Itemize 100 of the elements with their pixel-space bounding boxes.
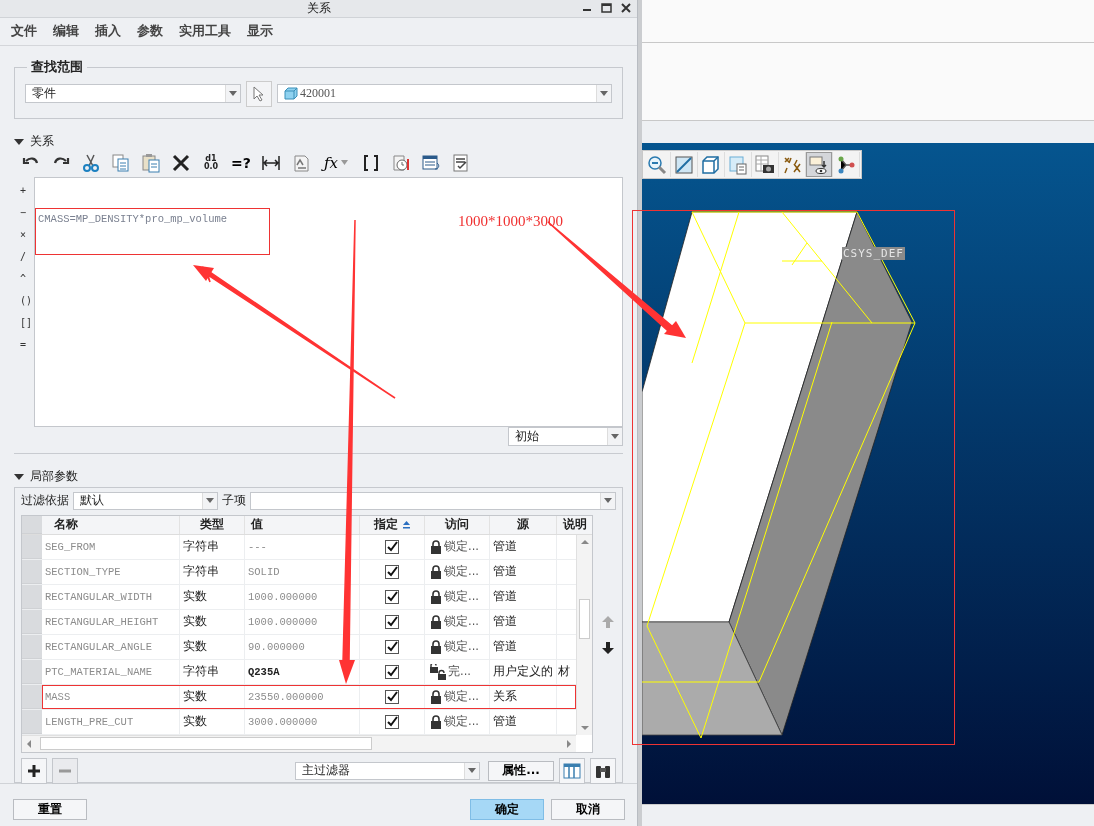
dialog-button[interactable]: 确定 bbox=[470, 799, 544, 821]
camera-icon[interactable] bbox=[754, 153, 776, 176]
operator-button[interactable]: + bbox=[14, 179, 34, 202]
page-clock-icon[interactable] bbox=[391, 152, 411, 173]
table-cell: SEG_FROM bbox=[42, 534, 180, 559]
caret-icon[interactable] bbox=[206, 498, 214, 504]
table-cell: SECTION_TYPE bbox=[42, 559, 180, 584]
operator-button[interactable]: [] bbox=[14, 311, 34, 334]
checkbox[interactable] bbox=[385, 539, 399, 554]
table-cell: 管道 bbox=[490, 634, 557, 659]
table-cell: 实数 bbox=[180, 684, 245, 709]
operator-button[interactable]: − bbox=[14, 201, 34, 224]
section-title: 关系 bbox=[30, 133, 54, 151]
columns-button[interactable] bbox=[559, 757, 585, 784]
table-cell: RECTANGULAR_HEIGHT bbox=[42, 609, 180, 634]
table-cell: 管道 bbox=[490, 534, 557, 559]
dialog-button[interactable]: 重置 bbox=[13, 799, 87, 821]
move-down-icon[interactable] bbox=[601, 640, 615, 655]
menu-item[interactable]: 参数 bbox=[137, 22, 163, 41]
operator-button[interactable]: / bbox=[14, 245, 34, 268]
access-text: 锁定... bbox=[444, 564, 479, 580]
maximize-icon[interactable] bbox=[601, 3, 612, 13]
caret-icon[interactable] bbox=[468, 768, 476, 774]
checkbox[interactable] bbox=[385, 664, 399, 679]
checkbox[interactable] bbox=[385, 689, 399, 704]
table-cell: 实数 bbox=[180, 609, 245, 634]
column-header[interactable]: 访问 bbox=[425, 515, 490, 534]
checkbox[interactable] bbox=[385, 639, 399, 654]
caret-icon[interactable] bbox=[604, 498, 612, 504]
checkbox[interactable] bbox=[385, 564, 399, 579]
menu-item[interactable]: 文件 bbox=[11, 22, 37, 41]
table-cell: 字符串 bbox=[180, 659, 245, 684]
table-cell: 23550.000000 bbox=[245, 684, 360, 709]
table-cell: 3000.000000 bbox=[245, 709, 360, 734]
menu-item[interactable]: 插入 bbox=[95, 22, 121, 41]
model-dropdown[interactable]: 420001 bbox=[277, 84, 612, 104]
table-cell: 实数 bbox=[180, 584, 245, 609]
relation-line: CMASS=MP_DENSITY*pro_mp_volume bbox=[38, 212, 228, 225]
document-icon[interactable] bbox=[291, 152, 311, 173]
table-cell: 材 bbox=[558, 663, 570, 681]
evaluate-button[interactable]: =? bbox=[228, 150, 254, 175]
scissors-icon[interactable] bbox=[81, 152, 101, 173]
cross-icon[interactable] bbox=[171, 152, 191, 173]
brackets-icon[interactable] bbox=[361, 152, 381, 173]
menu-item[interactable]: 显示 bbox=[247, 22, 273, 41]
menu-item[interactable]: 编辑 bbox=[53, 22, 79, 41]
operator-button[interactable]: × bbox=[14, 223, 34, 246]
table-cell: RECTANGULAR_WIDTH bbox=[42, 584, 180, 609]
collapse-triangle-icon[interactable] bbox=[14, 472, 24, 481]
dialog-button[interactable]: 取消 bbox=[551, 799, 625, 821]
column-header[interactable]: 名称 bbox=[42, 515, 180, 534]
table-cell: 字符串 bbox=[180, 559, 245, 584]
caret-icon[interactable] bbox=[600, 91, 608, 97]
columns-icon bbox=[563, 762, 581, 779]
checkbox[interactable] bbox=[385, 589, 399, 604]
column-header[interactable]: 说明 bbox=[557, 515, 592, 534]
caret-icon[interactable] bbox=[229, 91, 237, 97]
coordinate-system-label: CSYS_DEF bbox=[842, 247, 905, 260]
cube-icon[interactable] bbox=[700, 153, 722, 176]
add-button[interactable] bbox=[21, 757, 47, 784]
scrollbar-thumb[interactable] bbox=[579, 598, 590, 639]
operator-button[interactable]: () bbox=[14, 289, 34, 312]
menu-item[interactable]: 实用工具 bbox=[179, 22, 231, 41]
child-label: 子项 bbox=[222, 492, 246, 510]
filter-dropdown[interactable]: 默认 bbox=[73, 491, 218, 510]
column-header[interactable]: 源 bbox=[490, 515, 557, 534]
column-header[interactable]: 类型 bbox=[180, 515, 245, 534]
list-icon[interactable] bbox=[421, 152, 441, 173]
checklist-icon[interactable] bbox=[451, 152, 471, 173]
refit-icon[interactable] bbox=[673, 153, 695, 176]
access-text: 锁定... bbox=[444, 589, 479, 605]
table-cell: PTC_MATERIAL_NAME bbox=[42, 659, 180, 684]
checkbox[interactable] bbox=[385, 714, 399, 729]
caret-icon[interactable] bbox=[611, 433, 619, 439]
column-header[interactable]: 指定 bbox=[360, 515, 425, 534]
table-cell: RECTANGULAR_ANGLE bbox=[42, 634, 180, 659]
filter-select[interactable]: 主过滤器 bbox=[295, 761, 480, 780]
search-button[interactable] bbox=[590, 757, 616, 784]
operator-button[interactable]: ^ bbox=[14, 267, 34, 290]
vertical-scrollbar[interactable] bbox=[576, 534, 592, 735]
table-cell: LENGTH_PRE_CUT bbox=[42, 709, 180, 734]
table-cell: 管道 bbox=[490, 584, 557, 609]
zoom-out-icon[interactable] bbox=[646, 153, 668, 176]
close-icon[interactable] bbox=[621, 3, 631, 13]
table-cell: MASS bbox=[42, 684, 180, 709]
collapse-triangle-icon[interactable] bbox=[14, 137, 24, 146]
type-dropdown[interactable]: 零件 bbox=[25, 84, 241, 104]
operator-button[interactable]: = bbox=[14, 333, 34, 356]
filter-label: 过滤依据 bbox=[21, 492, 69, 510]
dimension-toggle-button[interactable]: d1 0.0 bbox=[198, 150, 224, 175]
access-text: 锁定... bbox=[444, 614, 479, 630]
checkbox[interactable] bbox=[385, 614, 399, 629]
annotation-text: 1000*1000*3000 bbox=[458, 213, 563, 230]
scrollbar-thumb[interactable] bbox=[40, 737, 372, 751]
access-text: 锁定... bbox=[444, 639, 479, 655]
properties-button[interactable]: 属性... bbox=[488, 760, 554, 781]
clipboard-icon[interactable] bbox=[141, 152, 161, 173]
select-button[interactable] bbox=[246, 80, 272, 107]
table-cell: 管道 bbox=[490, 709, 557, 734]
box-model-drawing[interactable] bbox=[642, 211, 916, 739]
